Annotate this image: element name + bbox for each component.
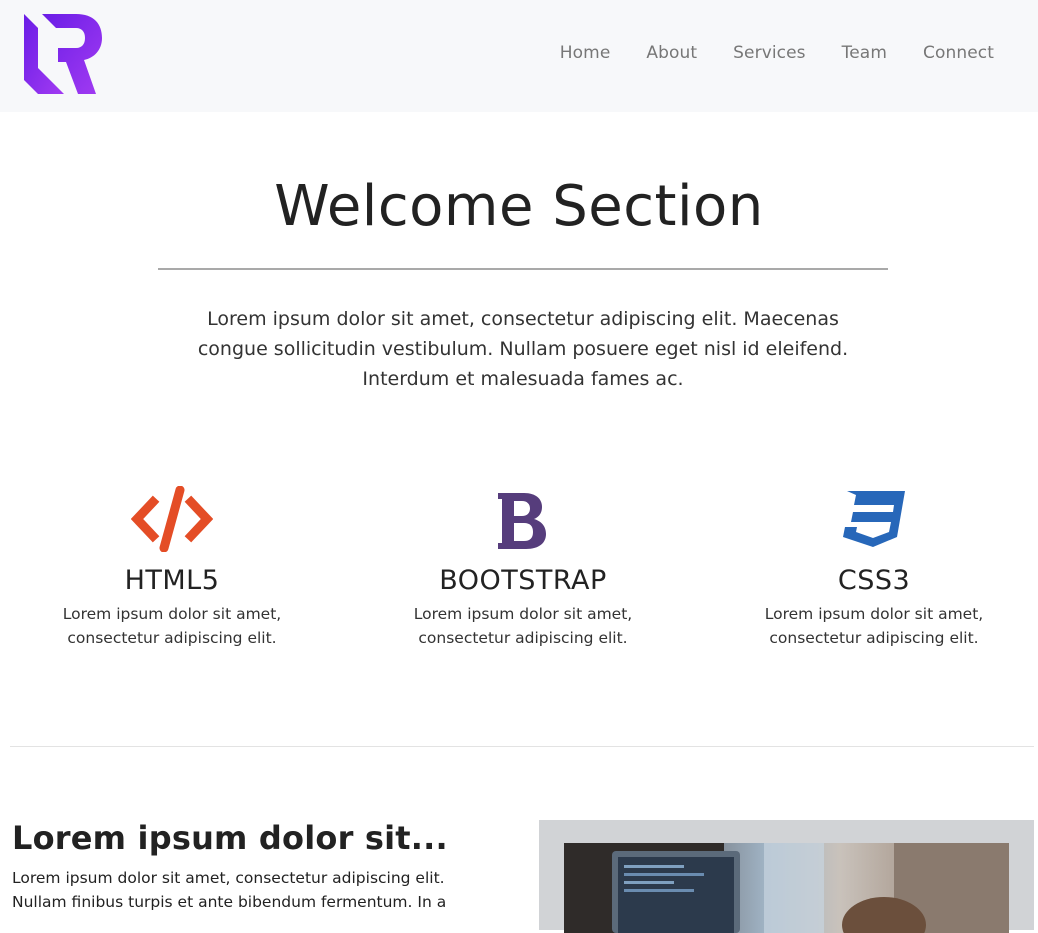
feature-title: CSS3 — [837, 565, 911, 596]
about-text: Lorem ipsum dolor sit amet, consectetur … — [12, 869, 447, 911]
feature-title: HTML5 — [124, 565, 220, 596]
welcome-divider — [158, 268, 888, 270]
feature-card-css3: CSS3 Lorem ipsum dolor sit amet, consect… — [724, 486, 1024, 650]
brand-logo-icon[interactable] — [24, 14, 102, 94]
html5-code-icon — [22, 486, 322, 552]
css3-icon — [724, 486, 1024, 552]
welcome-text: Lorem ipsum dolor sit amet, consectetur … — [197, 308, 849, 390]
nav-link-services[interactable]: Services — [733, 41, 806, 65]
navbar: Home About Services Team Connect — [0, 0, 1038, 112]
nav-link-about[interactable]: About — [646, 41, 697, 65]
feature-text: Lorem ipsum dolor sit amet, consectetur … — [764, 605, 984, 647]
about-title: Lorem ipsum dolor sit... — [12, 819, 448, 857]
nav-link-connect[interactable]: Connect — [923, 41, 994, 65]
feature-card-html5: HTML5 Lorem ipsum dolor sit amet, consec… — [22, 486, 322, 650]
feature-card-bootstrap: BOOTSTRAP Lorem ipsum dolor sit amet, co… — [373, 486, 673, 650]
nav-link-team[interactable]: Team — [842, 41, 887, 65]
feature-text: Lorem ipsum dolor sit amet, consectetur … — [413, 605, 633, 647]
workspace-photo — [564, 843, 1009, 933]
feature-title: BOOTSTRAP — [439, 565, 607, 596]
bootstrap-icon — [373, 486, 673, 552]
nav-link-home[interactable]: Home — [560, 41, 611, 65]
nav-menu: Home About Services Team Connect — [560, 41, 994, 65]
section-divider — [10, 746, 1034, 747]
feature-text: Lorem ipsum dolor sit amet, consectetur … — [62, 605, 282, 647]
welcome-title: Welcome Section — [274, 174, 764, 239]
